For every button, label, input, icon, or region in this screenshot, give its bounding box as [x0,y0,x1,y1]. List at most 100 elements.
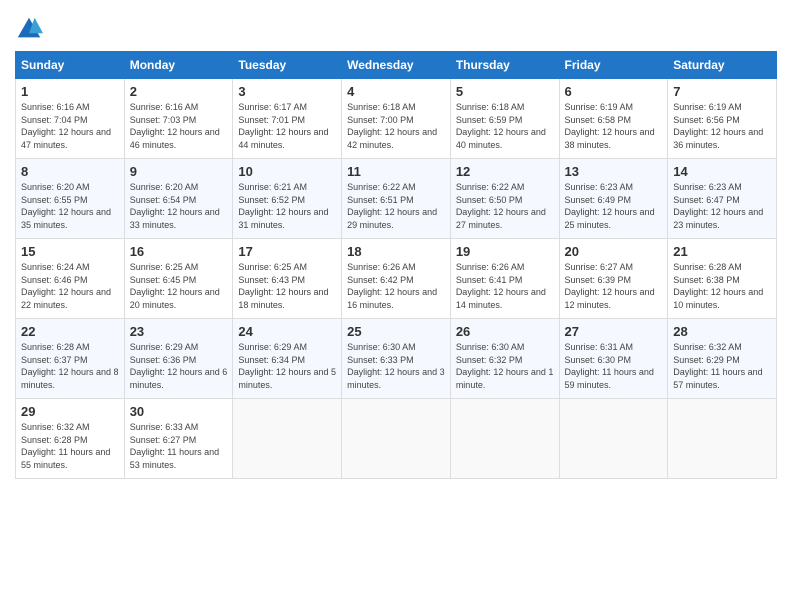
day-info: Sunrise: 6:33 AM Sunset: 6:27 PM Dayligh… [130,421,228,471]
calendar-cell: 26 Sunrise: 6:30 AM Sunset: 6:32 PM Dayl… [450,319,559,399]
calendar-cell: 19 Sunrise: 6:26 AM Sunset: 6:41 PM Dayl… [450,239,559,319]
header-wednesday: Wednesday [342,52,451,79]
day-info: Sunrise: 6:17 AM Sunset: 7:01 PM Dayligh… [238,101,336,151]
day-info: Sunrise: 6:29 AM Sunset: 6:34 PM Dayligh… [238,341,336,391]
day-number: 7 [673,84,771,99]
day-info: Sunrise: 6:28 AM Sunset: 6:38 PM Dayligh… [673,261,771,311]
day-number: 12 [456,164,554,179]
day-number: 10 [238,164,336,179]
day-info: Sunrise: 6:20 AM Sunset: 6:55 PM Dayligh… [21,181,119,231]
day-info: Sunrise: 6:23 AM Sunset: 6:47 PM Dayligh… [673,181,771,231]
day-info: Sunrise: 6:19 AM Sunset: 6:56 PM Dayligh… [673,101,771,151]
day-info: Sunrise: 6:23 AM Sunset: 6:49 PM Dayligh… [565,181,663,231]
day-info: Sunrise: 6:16 AM Sunset: 7:03 PM Dayligh… [130,101,228,151]
calendar-cell: 8 Sunrise: 6:20 AM Sunset: 6:55 PM Dayli… [16,159,125,239]
calendar-cell: 9 Sunrise: 6:20 AM Sunset: 6:54 PM Dayli… [124,159,233,239]
calendar-week-5: 29 Sunrise: 6:32 AM Sunset: 6:28 PM Dayl… [16,399,777,479]
calendar-cell: 11 Sunrise: 6:22 AM Sunset: 6:51 PM Dayl… [342,159,451,239]
day-number: 6 [565,84,663,99]
header-thursday: Thursday [450,52,559,79]
day-number: 13 [565,164,663,179]
calendar-cell: 18 Sunrise: 6:26 AM Sunset: 6:42 PM Dayl… [342,239,451,319]
calendar-cell: 2 Sunrise: 6:16 AM Sunset: 7:03 PM Dayli… [124,79,233,159]
day-info: Sunrise: 6:22 AM Sunset: 6:50 PM Dayligh… [456,181,554,231]
day-info: Sunrise: 6:20 AM Sunset: 6:54 PM Dayligh… [130,181,228,231]
calendar-cell: 6 Sunrise: 6:19 AM Sunset: 6:58 PM Dayli… [559,79,668,159]
calendar-cell: 30 Sunrise: 6:33 AM Sunset: 6:27 PM Dayl… [124,399,233,479]
day-number: 16 [130,244,228,259]
day-info: Sunrise: 6:18 AM Sunset: 6:59 PM Dayligh… [456,101,554,151]
calendar-header-row: SundayMondayTuesdayWednesdayThursdayFrid… [16,52,777,79]
day-number: 26 [456,324,554,339]
header-saturday: Saturday [668,52,777,79]
calendar-cell: 4 Sunrise: 6:18 AM Sunset: 7:00 PM Dayli… [342,79,451,159]
calendar-cell [668,399,777,479]
calendar-week-3: 15 Sunrise: 6:24 AM Sunset: 6:46 PM Dayl… [16,239,777,319]
calendar-cell: 7 Sunrise: 6:19 AM Sunset: 6:56 PM Dayli… [668,79,777,159]
calendar-cell: 14 Sunrise: 6:23 AM Sunset: 6:47 PM Dayl… [668,159,777,239]
calendar-cell: 3 Sunrise: 6:17 AM Sunset: 7:01 PM Dayli… [233,79,342,159]
day-info: Sunrise: 6:22 AM Sunset: 6:51 PM Dayligh… [347,181,445,231]
calendar-cell: 25 Sunrise: 6:30 AM Sunset: 6:33 PM Dayl… [342,319,451,399]
day-number: 29 [21,404,119,419]
calendar-week-2: 8 Sunrise: 6:20 AM Sunset: 6:55 PM Dayli… [16,159,777,239]
calendar-cell: 10 Sunrise: 6:21 AM Sunset: 6:52 PM Dayl… [233,159,342,239]
calendar-cell: 16 Sunrise: 6:25 AM Sunset: 6:45 PM Dayl… [124,239,233,319]
calendar-week-1: 1 Sunrise: 6:16 AM Sunset: 7:04 PM Dayli… [16,79,777,159]
day-info: Sunrise: 6:31 AM Sunset: 6:30 PM Dayligh… [565,341,663,391]
calendar-cell: 21 Sunrise: 6:28 AM Sunset: 6:38 PM Dayl… [668,239,777,319]
logo-icon [15,15,43,43]
day-number: 2 [130,84,228,99]
calendar-cell [342,399,451,479]
day-info: Sunrise: 6:24 AM Sunset: 6:46 PM Dayligh… [21,261,119,311]
day-info: Sunrise: 6:26 AM Sunset: 6:42 PM Dayligh… [347,261,445,311]
calendar-table: SundayMondayTuesdayWednesdayThursdayFrid… [15,51,777,479]
day-info: Sunrise: 6:27 AM Sunset: 6:39 PM Dayligh… [565,261,663,311]
day-number: 1 [21,84,119,99]
day-number: 21 [673,244,771,259]
day-number: 28 [673,324,771,339]
calendar-cell [450,399,559,479]
calendar-cell: 5 Sunrise: 6:18 AM Sunset: 6:59 PM Dayli… [450,79,559,159]
day-number: 15 [21,244,119,259]
day-number: 23 [130,324,228,339]
calendar-cell: 27 Sunrise: 6:31 AM Sunset: 6:30 PM Dayl… [559,319,668,399]
calendar-cell: 15 Sunrise: 6:24 AM Sunset: 6:46 PM Dayl… [16,239,125,319]
day-number: 4 [347,84,445,99]
header-monday: Monday [124,52,233,79]
calendar-cell: 28 Sunrise: 6:32 AM Sunset: 6:29 PM Dayl… [668,319,777,399]
day-info: Sunrise: 6:32 AM Sunset: 6:28 PM Dayligh… [21,421,119,471]
day-info: Sunrise: 6:18 AM Sunset: 7:00 PM Dayligh… [347,101,445,151]
day-info: Sunrise: 6:25 AM Sunset: 6:45 PM Dayligh… [130,261,228,311]
calendar-cell: 20 Sunrise: 6:27 AM Sunset: 6:39 PM Dayl… [559,239,668,319]
calendar-cell: 12 Sunrise: 6:22 AM Sunset: 6:50 PM Dayl… [450,159,559,239]
day-number: 8 [21,164,119,179]
day-number: 14 [673,164,771,179]
logo [15,15,47,43]
day-number: 25 [347,324,445,339]
day-info: Sunrise: 6:26 AM Sunset: 6:41 PM Dayligh… [456,261,554,311]
day-number: 18 [347,244,445,259]
day-info: Sunrise: 6:29 AM Sunset: 6:36 PM Dayligh… [130,341,228,391]
header-sunday: Sunday [16,52,125,79]
calendar-cell: 23 Sunrise: 6:29 AM Sunset: 6:36 PM Dayl… [124,319,233,399]
day-info: Sunrise: 6:28 AM Sunset: 6:37 PM Dayligh… [21,341,119,391]
day-number: 22 [21,324,119,339]
day-info: Sunrise: 6:21 AM Sunset: 6:52 PM Dayligh… [238,181,336,231]
page-header [15,15,777,43]
day-number: 3 [238,84,336,99]
calendar-cell: 29 Sunrise: 6:32 AM Sunset: 6:28 PM Dayl… [16,399,125,479]
day-number: 5 [456,84,554,99]
calendar-cell: 17 Sunrise: 6:25 AM Sunset: 6:43 PM Dayl… [233,239,342,319]
day-info: Sunrise: 6:19 AM Sunset: 6:58 PM Dayligh… [565,101,663,151]
day-info: Sunrise: 6:16 AM Sunset: 7:04 PM Dayligh… [21,101,119,151]
day-number: 9 [130,164,228,179]
header-friday: Friday [559,52,668,79]
calendar-cell: 13 Sunrise: 6:23 AM Sunset: 6:49 PM Dayl… [559,159,668,239]
day-number: 19 [456,244,554,259]
day-number: 30 [130,404,228,419]
header-tuesday: Tuesday [233,52,342,79]
day-info: Sunrise: 6:25 AM Sunset: 6:43 PM Dayligh… [238,261,336,311]
calendar-cell [559,399,668,479]
day-number: 17 [238,244,336,259]
